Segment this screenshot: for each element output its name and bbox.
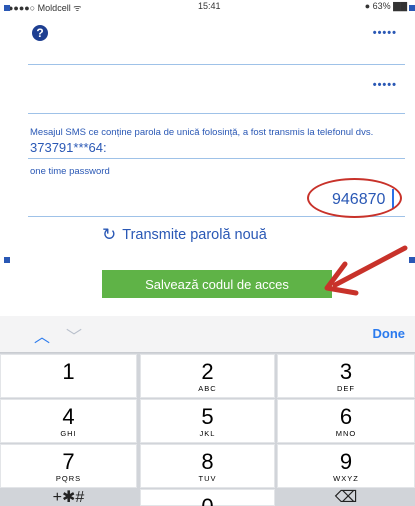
key-1[interactable]: 1 <box>0 354 137 398</box>
key-digit: 7 <box>62 449 75 474</box>
key-letters: PQRS <box>55 474 82 483</box>
key-digit: 5 <box>201 404 214 429</box>
key-digit: 8 <box>201 449 214 474</box>
key-5[interactable]: 5 JKL <box>140 399 275 443</box>
key-8[interactable]: 8 TUV <box>140 444 275 488</box>
key-letters: TUV <box>198 474 217 483</box>
key-digit: 3 <box>339 359 353 384</box>
key-digit: 1 <box>62 359 75 384</box>
key-7[interactable]: 7 PQRS <box>0 444 137 488</box>
key-digit: 2 <box>201 359 214 384</box>
key-4[interactable]: 4 GHI <box>0 399 137 443</box>
done-button[interactable]: Done <box>373 326 406 341</box>
app-screen: ●●●●○ Moldcell ᯤ 15:41 ● 63% ▇▇ ? ••••• … <box>0 0 415 506</box>
key-digit: 4 <box>62 404 75 429</box>
delete-key[interactable]: ⌫ <box>277 489 415 506</box>
key-letters: DEF <box>337 384 355 393</box>
key-digit: 0 <box>141 490 274 506</box>
symbols-key[interactable]: +✱# <box>0 489 137 506</box>
key-letters: MNO <box>335 429 357 438</box>
key-digit: 6 <box>339 404 353 429</box>
key-9[interactable]: 9 WXYZ <box>277 444 415 488</box>
symbols-key-label: +✱# <box>52 489 85 506</box>
key-letters: GHI <box>60 429 77 438</box>
key-6[interactable]: 6 MNO <box>277 399 415 443</box>
key-letters: JKL <box>199 429 216 438</box>
previous-field-icon[interactable]: ︿ <box>34 323 50 347</box>
key-0[interactable]: 0 <box>140 489 275 506</box>
key-3[interactable]: 3 DEF <box>277 354 415 398</box>
delete-key-label: ⌫ <box>334 489 358 506</box>
keyboard-toolbar: ︿ ﹀ Done <box>0 316 415 353</box>
numeric-keyboard: ︿ ﹀ Done 1 2 ABC 3 DEF 4 GHI 5 JKL 6 MNO 7 PQRS 8 TUV 9… <box>0 316 415 506</box>
key-digit: 9 <box>339 449 353 474</box>
key-2[interactable]: 2 ABC <box>140 354 275 398</box>
key-letters: WXYZ <box>333 474 359 483</box>
key-letters: ABC <box>198 384 217 393</box>
next-field-icon[interactable]: ﹀ <box>66 323 82 347</box>
